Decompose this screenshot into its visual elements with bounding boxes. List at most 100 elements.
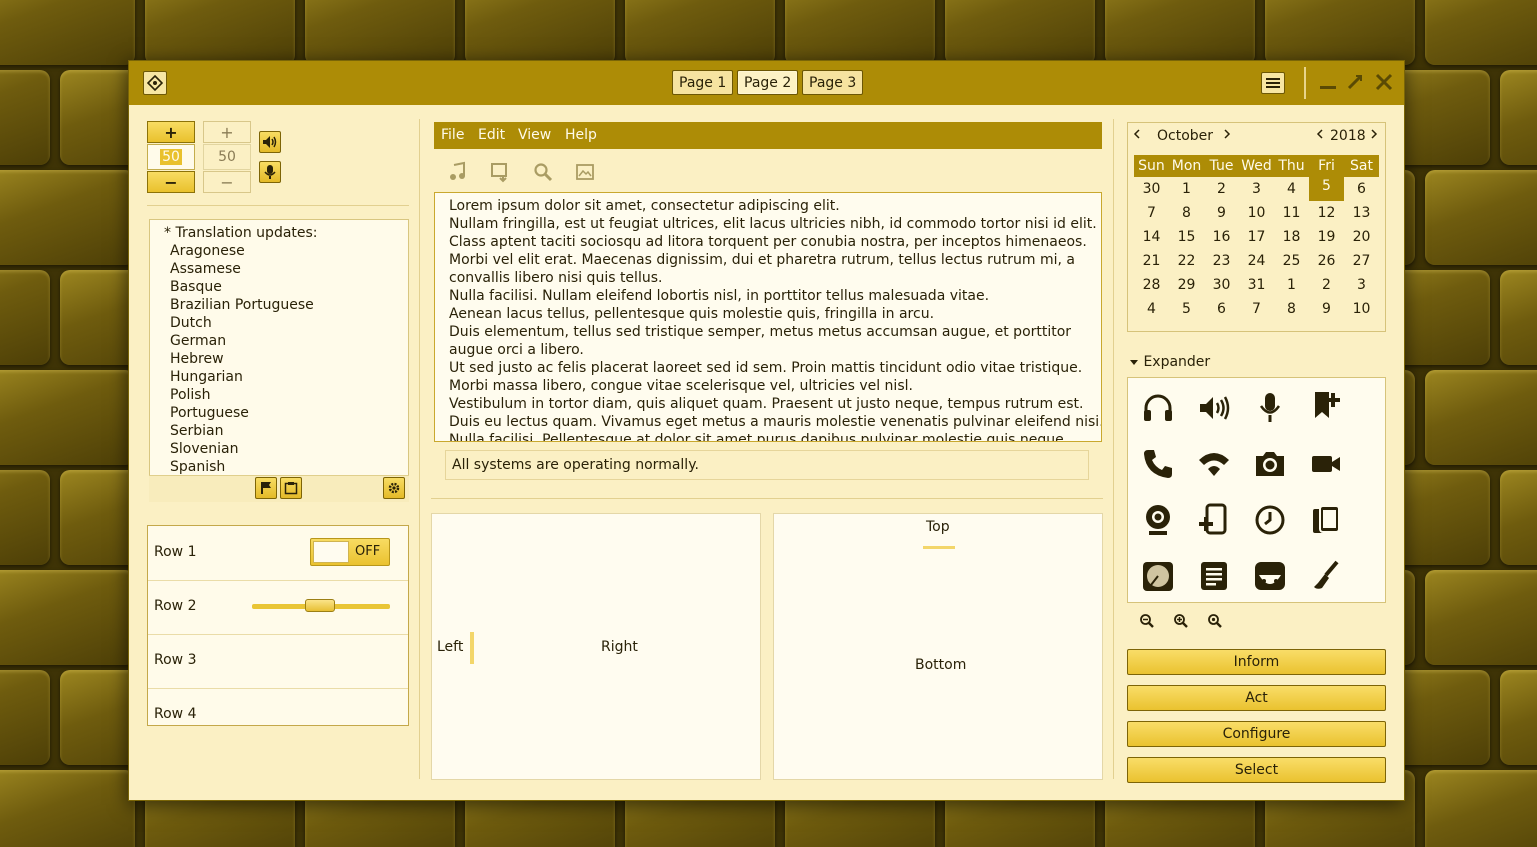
spin-decrement-button[interactable]: − [147, 171, 195, 193]
calendar-day[interactable]: 7 [1134, 201, 1169, 225]
calendar-day[interactable]: 28 [1134, 273, 1169, 297]
copy-icon[interactable] [1308, 502, 1344, 538]
spin-value-field[interactable]: 50 [147, 144, 195, 170]
calendar-day[interactable]: 26 [1309, 249, 1344, 273]
bookmark-add-icon[interactable] [1308, 388, 1344, 424]
list-item[interactable]: German [170, 332, 226, 350]
calendar-day[interactable]: 23 [1204, 249, 1239, 273]
headphones-icon[interactable] [1140, 390, 1176, 426]
brush-icon[interactable] [1308, 558, 1344, 594]
calendar-day[interactable]: 14 [1134, 225, 1169, 249]
slider-handle[interactable] [305, 599, 335, 612]
tab-page-2[interactable]: Page 2 [737, 70, 799, 95]
act-button[interactable]: Act [1127, 685, 1386, 711]
calendar-day[interactable]: 6 [1344, 177, 1379, 201]
speaker-icon[interactable] [1196, 390, 1232, 426]
list-item[interactable]: Hebrew [170, 350, 224, 368]
calendar-day[interactable]: 9 [1204, 201, 1239, 225]
clock-icon[interactable] [1252, 502, 1288, 538]
next-year-button[interactable] [1369, 128, 1379, 144]
calendar-day[interactable]: 1 [1169, 177, 1204, 201]
off-switch[interactable]: OFF [310, 538, 390, 566]
list-item[interactable]: Slovenian [170, 440, 238, 458]
music-icon[interactable] [447, 161, 469, 183]
calendar-day[interactable]: 17 [1239, 225, 1274, 249]
calendar-day[interactable]: 2 [1309, 273, 1344, 297]
tab-page-3[interactable]: Page 3 [802, 70, 864, 95]
expander-toggle[interactable]: Expander [1129, 354, 1210, 370]
webcam-icon[interactable] [1140, 502, 1176, 538]
clipboard-button[interactable] [280, 477, 302, 499]
calendar-day[interactable]: 27 [1344, 249, 1379, 273]
calendar-day-selected[interactable]: 5 [1309, 171, 1344, 201]
video-camera-icon[interactable] [1308, 446, 1344, 482]
list-item[interactable]: Portuguese [170, 404, 249, 422]
camera-icon[interactable] [1252, 446, 1288, 482]
zoom-fit-icon[interactable] [1207, 613, 1223, 629]
calendar-day[interactable]: 8 [1274, 297, 1309, 321]
calendar-day[interactable]: 15 [1169, 225, 1204, 249]
menu-help[interactable]: Help [565, 127, 597, 143]
list-row-1[interactable]: Row 1 OFF [148, 526, 408, 581]
calendar-day[interactable]: 10 [1239, 201, 1274, 225]
inform-button[interactable]: Inform [1127, 649, 1386, 675]
list-row-2[interactable]: Row 2 [148, 580, 408, 635]
calendar-day[interactable]: 24 [1239, 249, 1274, 273]
list-item[interactable]: Brazilian Portuguese [170, 296, 314, 314]
calendar-day[interactable]: 18 [1274, 225, 1309, 249]
calendar-day[interactable]: 19 [1309, 225, 1344, 249]
calendar-day[interactable]: 2 [1204, 177, 1239, 201]
list-row-3[interactable]: Row 3 [148, 634, 408, 689]
calendar-day[interactable]: 6 [1204, 297, 1239, 321]
calendar-day[interactable]: 7 [1239, 297, 1274, 321]
tablet-add-icon[interactable] [1196, 502, 1232, 538]
menu-file[interactable]: File [441, 127, 464, 143]
calendar-day[interactable]: 4 [1134, 297, 1169, 321]
list-item[interactable]: Polish [170, 386, 210, 404]
hamburger-menu-button[interactable] [1261, 72, 1285, 94]
calendar-day[interactable]: 13 [1344, 201, 1379, 225]
calendar-day[interactable]: 5 [1169, 297, 1204, 321]
menu-view[interactable]: View [518, 127, 551, 143]
translation-list[interactable]: * Translation updates: Aragonese Assamese… [149, 219, 409, 501]
calendar-day[interactable]: 10 [1344, 297, 1379, 321]
maximize-button[interactable] [1345, 73, 1365, 93]
calendar-day[interactable]: 29 [1169, 273, 1204, 297]
select-button[interactable]: Select [1127, 757, 1386, 783]
prev-month-button[interactable] [1132, 128, 1142, 144]
calendar-day[interactable]: 20 [1344, 225, 1379, 249]
list-row-4[interactable]: Row 4 [148, 688, 408, 725]
list-item[interactable]: Spanish [170, 458, 225, 476]
microphone-icon[interactable] [1252, 390, 1288, 426]
calendar-day[interactable]: 9 [1309, 297, 1344, 321]
phone-icon[interactable] [1140, 446, 1176, 482]
volume-button[interactable] [259, 131, 281, 153]
text-view[interactable]: Lorem ipsum dolor sit amet, consectetur … [434, 192, 1102, 442]
calendar-day[interactable]: 1 [1274, 273, 1309, 297]
calendar-day[interactable]: 3 [1239, 177, 1274, 201]
calendar-day[interactable]: 30 [1134, 177, 1169, 201]
list-item[interactable]: Dutch [170, 314, 212, 332]
prev-year-button[interactable] [1315, 128, 1325, 144]
calendar-day[interactable]: 3 [1344, 273, 1379, 297]
network-wireless-icon[interactable] [1196, 446, 1232, 482]
settings-button[interactable] [383, 477, 405, 499]
calendar-day[interactable]: 11 [1274, 201, 1309, 225]
calendar-day[interactable]: 31 [1239, 273, 1274, 297]
tab-page-1[interactable]: Page 1 [672, 70, 734, 95]
zoom-in-icon[interactable] [1173, 613, 1189, 629]
microphone-button[interactable] [259, 161, 281, 183]
image-icon[interactable] [574, 161, 596, 183]
menu-edit[interactable]: Edit [478, 127, 505, 143]
next-month-button[interactable] [1222, 128, 1232, 144]
calendar-day[interactable]: 21 [1134, 249, 1169, 273]
list-item[interactable]: Aragonese [170, 242, 245, 260]
search-icon[interactable] [532, 161, 554, 183]
minimize-button[interactable] [1318, 73, 1338, 93]
calendar-day[interactable]: 12 [1309, 201, 1344, 225]
pane-divider-handle[interactable] [470, 632, 474, 664]
calendar[interactable]: October 2018 Sun Mon Tue Wed Thu Fri Sat 30 1 2 3… [1127, 122, 1386, 332]
face-icon[interactable] [1252, 558, 1288, 594]
spin-increment-button[interactable]: + [147, 121, 195, 143]
slider-trough[interactable] [252, 599, 390, 612]
